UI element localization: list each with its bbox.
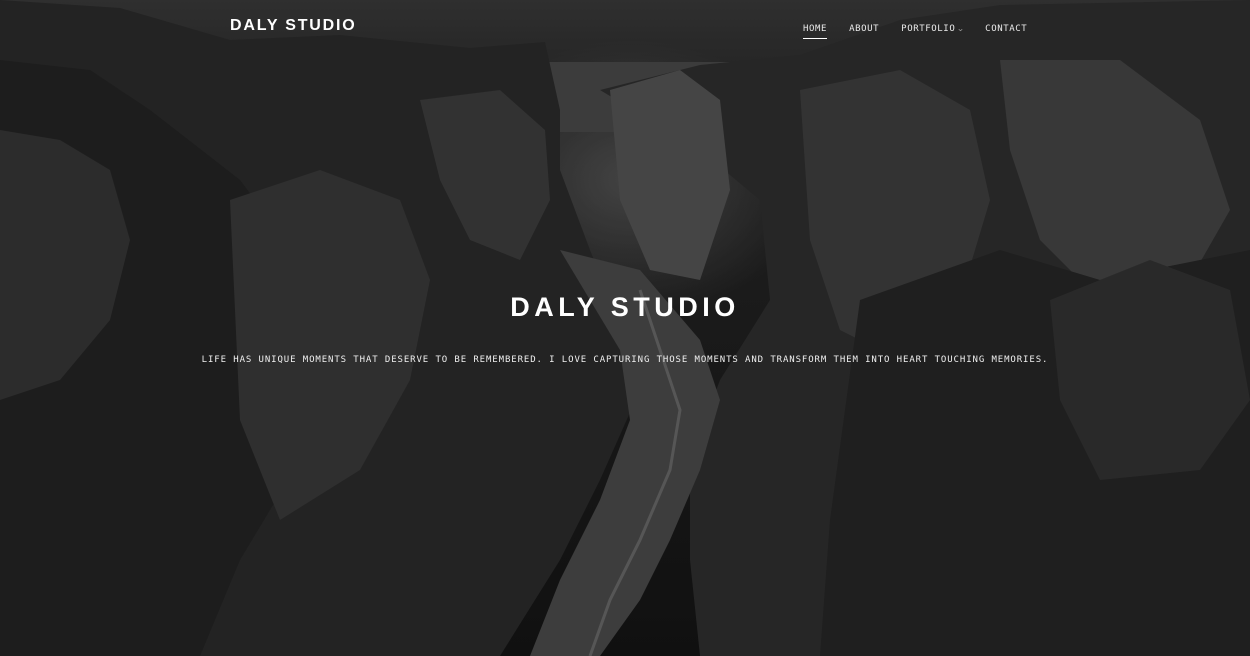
nav-item-home[interactable]: HOME: [803, 23, 828, 39]
site-logo[interactable]: DALY STUDIO: [230, 17, 357, 35]
hero-section: DALY STUDIO HOME ABOUT PORTFOLIO ⌵ CONTA…: [0, 0, 1250, 656]
nav-item-about[interactable]: ABOUT: [849, 23, 879, 35]
chevron-down-icon: ⌵: [958, 25, 964, 33]
main-nav: HOME ABOUT PORTFOLIO ⌵ CONTACT: [803, 23, 1027, 43]
nav-item-portfolio[interactable]: PORTFOLIO ⌵: [901, 23, 963, 35]
nav-item-label: CONTACT: [985, 24, 1028, 34]
nav-item-label: ABOUT: [849, 24, 880, 34]
hero-tagline: LIFE HAS UNIQUE MOMENTS THAT DESERVE TO …: [201, 355, 1049, 365]
nav-item-label: HOME: [803, 24, 828, 34]
hero-overlay: [0, 0, 1250, 656]
site-header: DALY STUDIO HOME ABOUT PORTFOLIO ⌵ CONTA…: [0, 0, 1250, 56]
hero-title: DALY STUDIO: [510, 292, 740, 322]
nav-item-contact[interactable]: CONTACT: [985, 23, 1027, 35]
nav-item-label: PORTFOLIO: [901, 24, 956, 34]
